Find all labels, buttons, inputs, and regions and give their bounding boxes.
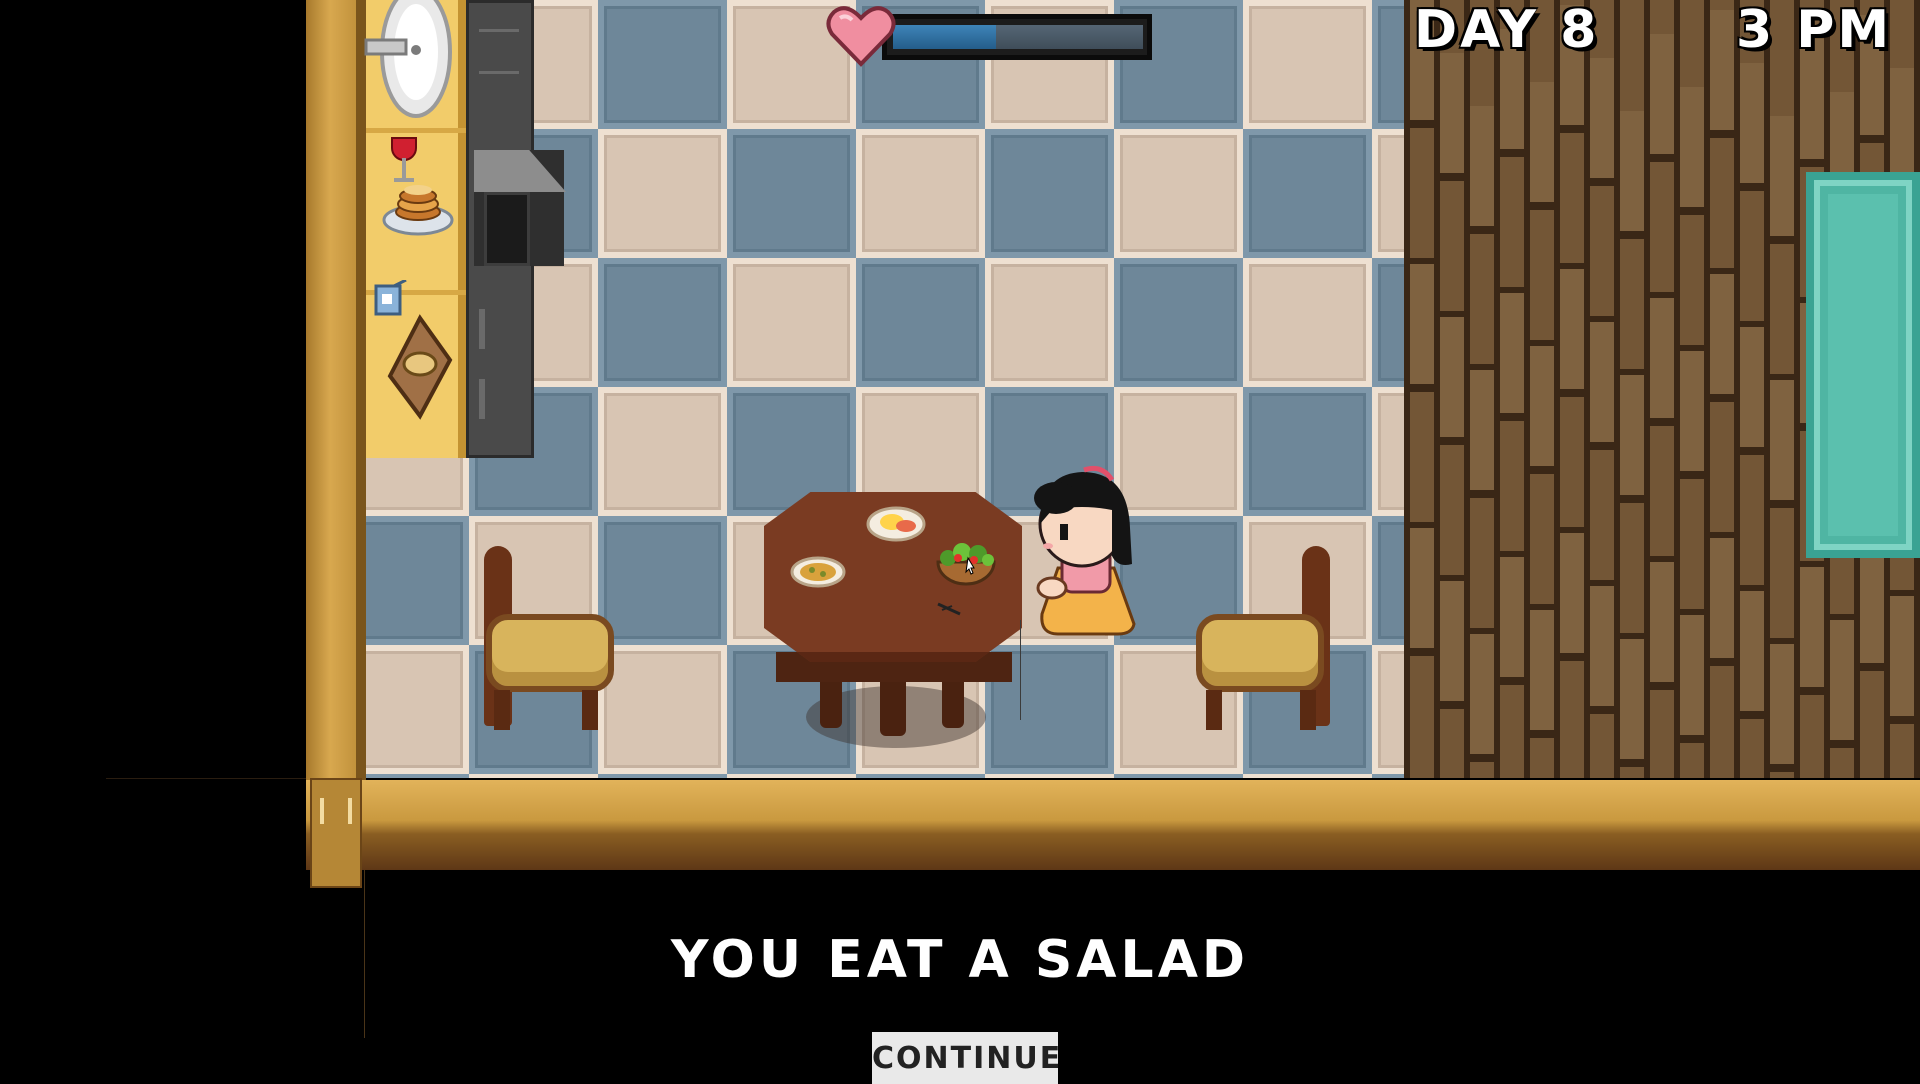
cabinet-handle: [479, 29, 519, 32]
floor-tile: [985, 774, 1114, 778]
floor-tile: [856, 129, 985, 258]
floor-plank: [1644, 0, 1674, 778]
dialog-message: YOU EAT A SALAD: [670, 930, 1250, 990]
floor-tile: [1372, 129, 1404, 258]
floor-tile: [1372, 516, 1404, 645]
continue-button[interactable]: CONTINUE: [872, 1032, 1060, 1084]
chair-leg: [1206, 690, 1222, 730]
floor-tile: [598, 0, 727, 129]
chair-leg: [494, 690, 510, 730]
floor-tile: [366, 516, 469, 645]
bread-board-icon[interactable]: [372, 280, 462, 420]
teal-rug: [1806, 172, 1920, 558]
floor-plank: [1404, 0, 1434, 778]
pizza-plate-icon[interactable]: [790, 554, 846, 590]
sink-icon[interactable]: [364, 0, 460, 122]
scene-edge-line: [1020, 620, 1021, 720]
floor-plank: [1464, 0, 1494, 778]
floor-plank: [1734, 0, 1764, 778]
floor-plank: [1494, 0, 1524, 778]
floor-tile: [469, 774, 598, 778]
floor-tile: [1243, 129, 1372, 258]
floor-tile: [1372, 774, 1404, 778]
scene-edge-line: [106, 778, 306, 779]
floor-tile: [727, 258, 856, 387]
heart-icon: [826, 6, 896, 67]
day-label: DAY 8: [1414, 0, 1600, 60]
floor-tile: [598, 129, 727, 258]
floor-tile: [727, 774, 856, 778]
floor-plank: [1764, 0, 1794, 778]
floor-plank: [1614, 0, 1644, 778]
floor-tile: [1243, 258, 1372, 387]
oven-door: [484, 192, 530, 266]
floor-plank: [1674, 0, 1704, 778]
eggs-plate-icon[interactable]: [866, 504, 926, 544]
floor-tile: [1372, 0, 1404, 129]
floor-tile: [1243, 0, 1372, 129]
bottom-wall: [306, 780, 1920, 870]
cabinet-handle: [479, 71, 519, 74]
floor-tile: [1372, 387, 1404, 516]
floor-tile: [727, 129, 856, 258]
floor-plank: [1554, 0, 1584, 778]
fork-icon: [937, 602, 961, 616]
health-bar: [882, 14, 1152, 60]
floor-tile: [598, 645, 727, 774]
floor-tile: [366, 645, 469, 774]
floor-plank: [1584, 0, 1614, 778]
floor-tile: [366, 774, 469, 778]
floor-tile: [1243, 774, 1372, 778]
player-character: [1034, 465, 1136, 636]
pancakes-with-wine-icon[interactable]: [380, 134, 460, 244]
floor-tile: [1114, 129, 1243, 258]
floor-plank: [1434, 0, 1464, 778]
floor-tile: [1243, 387, 1372, 516]
floor-tile: [985, 258, 1114, 387]
cabinet-handle: [479, 309, 485, 349]
floor-tile: [856, 258, 985, 387]
time-label: 3 PM: [1736, 0, 1893, 60]
floor-tile: [598, 258, 727, 387]
floor-tile: [1114, 258, 1243, 387]
floor-tile: [985, 129, 1114, 258]
left-chair[interactable]: [486, 614, 614, 692]
floor-tile: [856, 774, 985, 778]
floor-tile: [1372, 258, 1404, 387]
chair-leg: [582, 690, 598, 730]
wall-corner-post: [310, 778, 362, 888]
floor-tile: [1372, 645, 1404, 774]
chair-leg: [1300, 690, 1316, 730]
floor-tile: [598, 387, 727, 516]
counter-divider: [366, 128, 466, 133]
cabinet-handle: [479, 379, 485, 419]
floor-plank: [1524, 0, 1554, 778]
salad-bowl-icon[interactable]: [934, 540, 998, 590]
floor-plank: [1704, 0, 1734, 778]
floor-tile: [598, 774, 727, 778]
right-chair[interactable]: [1196, 614, 1324, 692]
floor-tile: [1114, 774, 1243, 778]
floor-tile: [598, 516, 727, 645]
health-bar-fill: [893, 25, 996, 49]
